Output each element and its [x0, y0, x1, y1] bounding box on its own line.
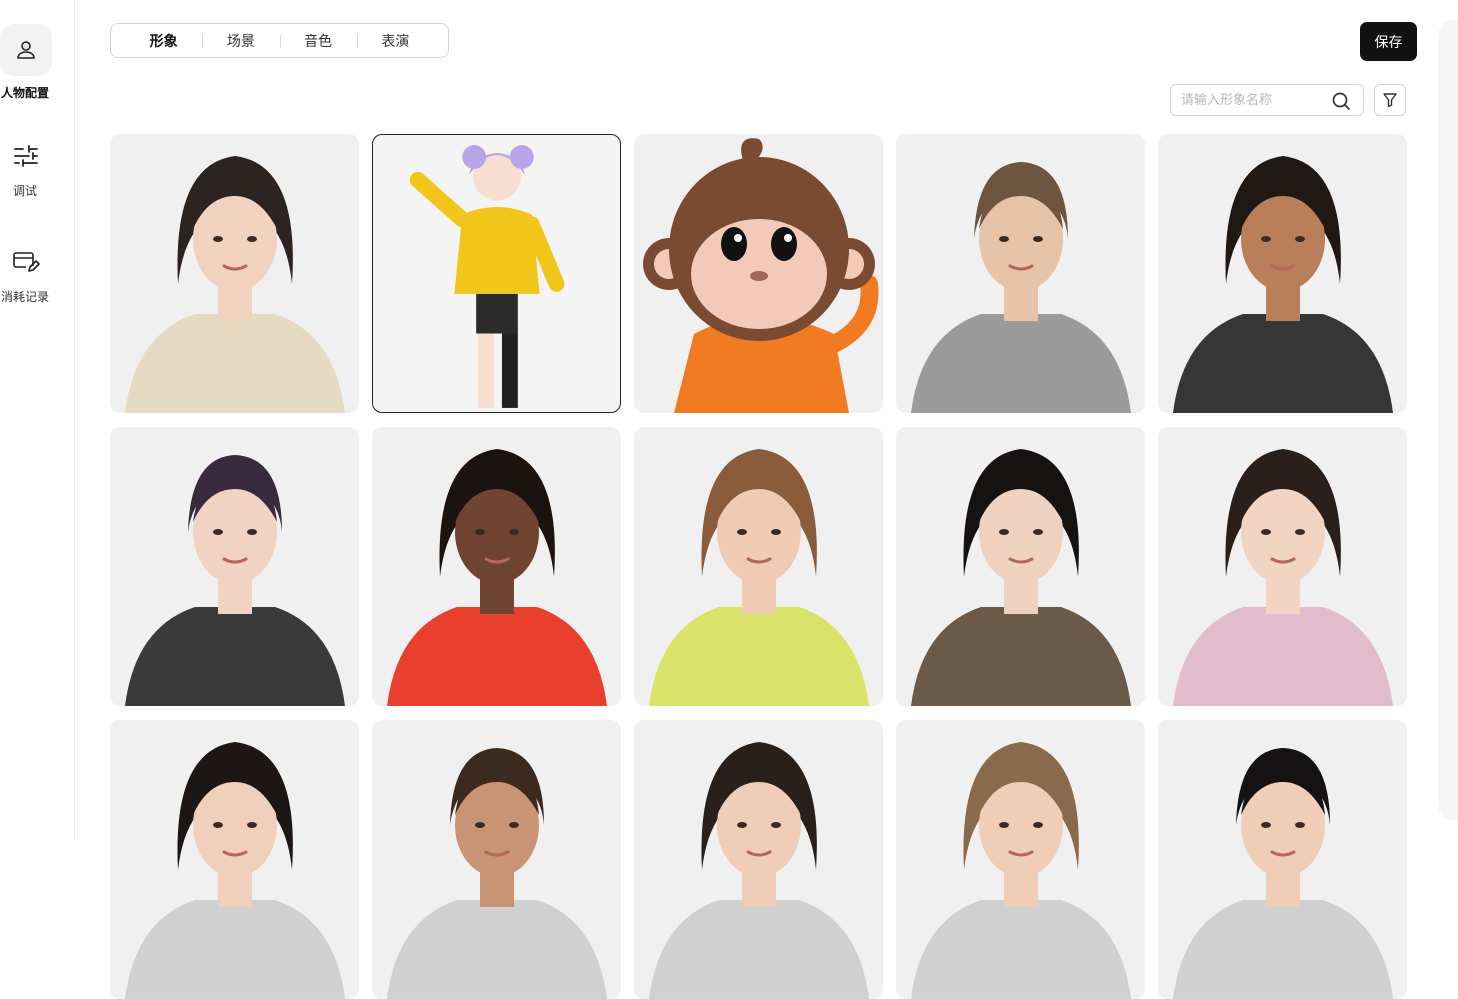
search-box	[1170, 84, 1364, 116]
tab-avatar[interactable]: 形象	[125, 31, 202, 51]
sliders-icon	[0, 130, 52, 182]
avatar-card[interactable]	[634, 720, 883, 999]
sidebar-item-debug[interactable]: 调试	[0, 130, 50, 199]
avatar-card[interactable]	[634, 134, 883, 413]
sidebar-item-character-config[interactable]: 人物配置	[0, 24, 52, 101]
tab-scene[interactable]: 场景	[202, 31, 279, 51]
card-edit-icon	[0, 236, 52, 288]
save-button[interactable]: 保存	[1360, 22, 1417, 61]
sidebar: 人物配置 调试 消耗记录	[0, 0, 75, 840]
avatar-card[interactable]	[1158, 720, 1407, 999]
avatar-card[interactable]	[634, 427, 883, 706]
search-input[interactable]	[1181, 85, 1329, 115]
avatar-card[interactable]	[896, 720, 1145, 999]
avatar-card[interactable]	[1158, 134, 1407, 413]
search-icon[interactable]	[1331, 91, 1351, 111]
avatar-card[interactable]	[896, 427, 1145, 706]
filter-button[interactable]	[1374, 84, 1406, 116]
tab-performance[interactable]: 表演	[356, 31, 434, 51]
tab-voice[interactable]: 音色	[279, 31, 357, 51]
filter-icon	[1383, 93, 1397, 108]
sidebar-item-usage-records[interactable]: 消耗记录	[0, 236, 50, 305]
avatar-card[interactable]	[110, 134, 359, 413]
avatar-card[interactable]	[372, 427, 621, 706]
right-panel	[1438, 20, 1458, 820]
avatar-card[interactable]	[372, 134, 621, 413]
avatar-card[interactable]	[110, 720, 359, 999]
avatar-card[interactable]	[372, 720, 621, 999]
avatar-card[interactable]	[110, 427, 359, 706]
sidebar-item-label: 人物配置	[0, 86, 49, 100]
person-icon	[0, 24, 52, 76]
sidebar-item-label: 消耗记录	[0, 290, 49, 304]
avatar-card[interactable]	[1158, 427, 1407, 706]
avatar-card[interactable]	[896, 134, 1145, 413]
sidebar-item-label: 调试	[12, 184, 37, 198]
tab-bar: 形象 场景 音色 表演	[110, 23, 449, 58]
